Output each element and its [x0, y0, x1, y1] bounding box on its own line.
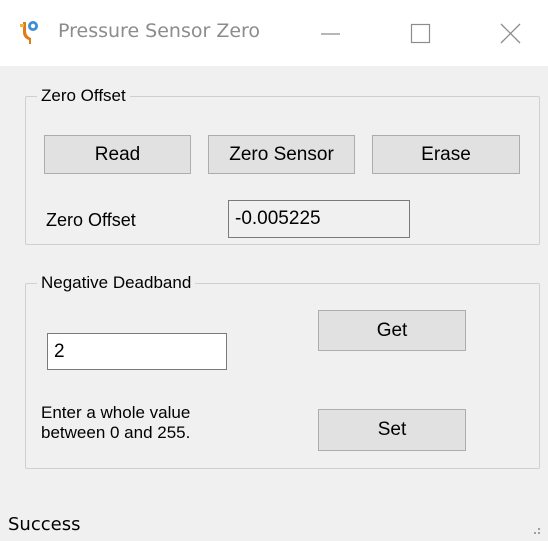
erase-button[interactable]: Erase: [372, 135, 520, 174]
close-icon: [500, 23, 521, 44]
zero-sensor-button[interactable]: Zero Sensor: [208, 135, 355, 174]
deadband-value-input[interactable]: [47, 333, 227, 370]
maximize-button[interactable]: [385, 0, 455, 66]
minimize-icon: [321, 33, 340, 35]
get-button[interactable]: Get: [318, 310, 466, 351]
zero-offset-field[interactable]: [228, 200, 410, 238]
deadband-hint-text: Enter a whole value between 0 and 255.: [41, 403, 190, 443]
window-title: Pressure Sensor Zero: [58, 20, 261, 42]
negative-deadband-group-title: Negative Deadband: [37, 273, 196, 293]
zero-offset-label: Zero Offset: [46, 210, 136, 230]
set-button[interactable]: Set: [318, 409, 466, 451]
hint-line-2: between 0 and 255.: [41, 423, 191, 442]
zero-offset-group-title: Zero Offset: [37, 86, 130, 106]
maximize-icon: [410, 23, 431, 44]
status-text: Success: [8, 514, 81, 535]
read-button[interactable]: Read: [44, 135, 191, 174]
title-bar[interactable]: Pressure Sensor Zero: [0, 0, 548, 66]
close-button[interactable]: [475, 0, 545, 66]
minimize-button[interactable]: [295, 0, 365, 66]
pressure-gauge-icon: [17, 18, 41, 46]
app-window: Pressure Sensor Zero Zero Offset Read Ze…: [0, 0, 548, 541]
resize-grip-icon[interactable]: [528, 522, 542, 536]
hint-line-1: Enter a whole value: [41, 403, 191, 422]
